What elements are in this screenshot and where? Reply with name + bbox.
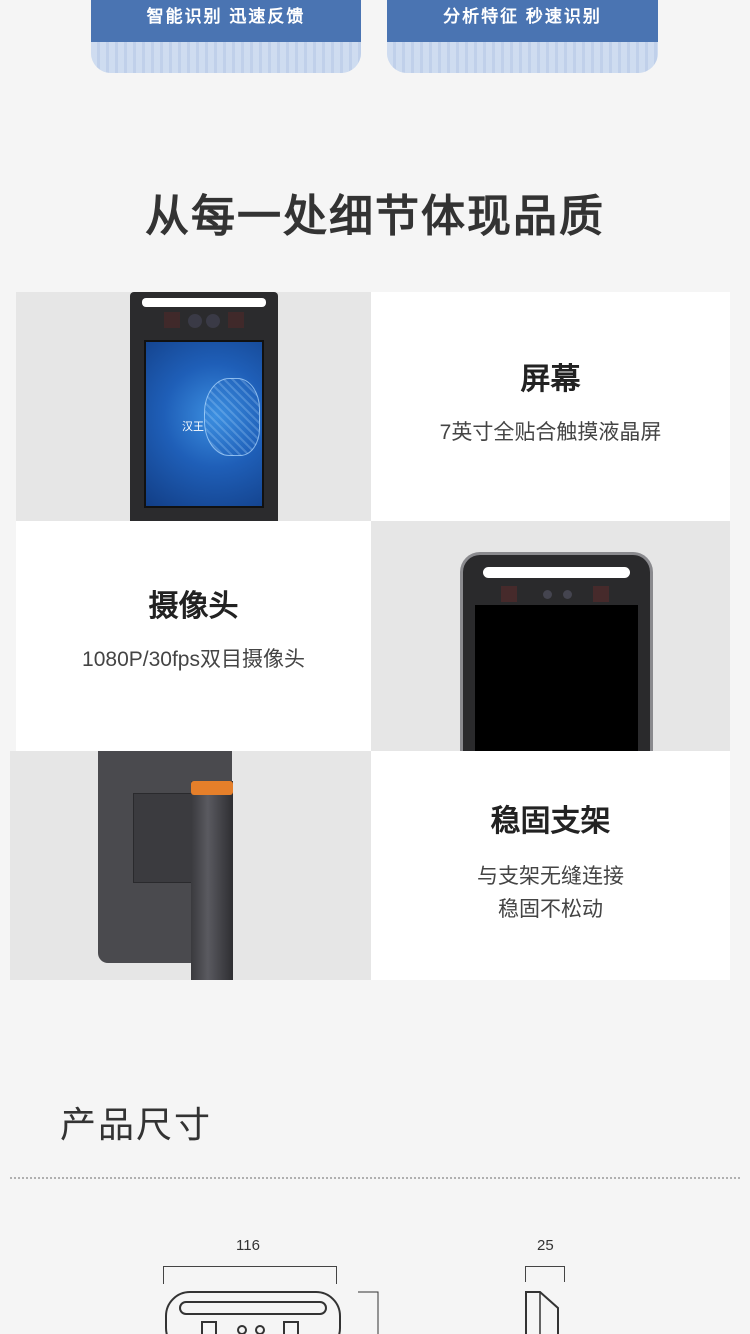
dimension-tick [564,1266,565,1282]
feature-desc-line1: 与支架无缝连接 [477,865,624,888]
mount-pole-illustration [191,781,233,980]
dimension-line [525,1266,565,1267]
device-front-image: 汉王 [16,292,371,521]
dimension-depth-label: 25 [537,1237,554,1254]
section-title: 从每一处细节体现品质 [145,192,605,241]
banner-text: 分析特征 秒速识别 [443,7,602,26]
feature-title: 稳固支架 [490,805,611,838]
device-illustration: 汉王 [130,292,278,521]
feature-title: 屏幕 [520,363,581,396]
dimension-tick [336,1266,337,1284]
pole-cap-illustration [191,781,233,795]
feature-screen: 屏幕 7英寸全贴合触摸液晶屏 [371,292,730,521]
banner-text: 智能识别 迅速反馈 [146,7,306,26]
device-screen [475,605,638,751]
banner-left: 智能识别 迅速反馈 [91,0,361,73]
feature-desc: 1080P/30fps双目摄像头 [82,648,305,671]
feature-camera: 摄像头 1080P/30fps双目摄像头 [16,521,371,751]
camera-closeup-image [371,521,730,751]
feature-desc-line2: 稳固不松动 [498,898,603,921]
dimension-width-label: 116 [236,1237,260,1254]
dimension-tick [163,1266,164,1284]
banner-right: 分析特征 秒速识别 [387,0,658,73]
device-logo: 汉王 [182,421,204,433]
banner-shirt-image [91,42,361,73]
dimensions-title: 产品尺寸 [60,1104,213,1145]
feature-title: 摄像头 [148,590,239,623]
front-outline-drawing [165,1291,379,1334]
feature-desc: 7英寸全贴合触摸液晶屏 [439,421,662,444]
dimension-tick [525,1266,526,1282]
bracket-image [10,751,371,980]
mount-plate-illustration [133,793,195,883]
face-scan-graphic [204,378,260,456]
dimension-line [163,1266,337,1267]
divider [10,1177,740,1179]
banner-shirt-image [387,42,658,73]
device-illustration [460,552,653,751]
side-outline-drawing [525,1291,559,1334]
device-screen: 汉王 [144,340,264,508]
feature-bracket: 稳固支架 与支架无缝连接 稳固不松动 [371,751,730,980]
